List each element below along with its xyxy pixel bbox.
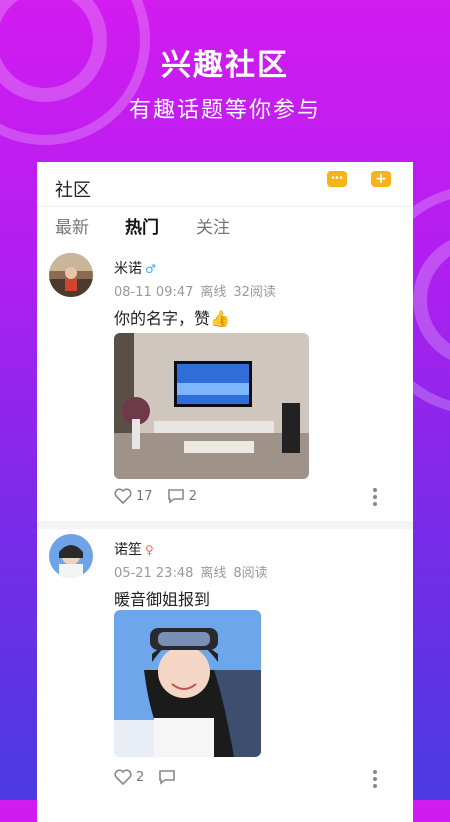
post-meta: 05-21 23:48 离线 8阅读 bbox=[114, 562, 275, 581]
community-card: 社区 + 最新 热门 关注 米诺 ♂ 08-11 09:47 离线 32阅读 你的名字… bbox=[37, 162, 413, 822]
post-image[interactable] bbox=[114, 333, 309, 479]
online-status: 离线 bbox=[200, 285, 227, 300]
comment-button[interactable] bbox=[158, 769, 180, 785]
like-button[interactable]: 17 bbox=[114, 488, 153, 504]
post-username[interactable]: 米诺 ♂ bbox=[114, 258, 156, 278]
comment-icon bbox=[159, 770, 176, 785]
plus-icon[interactable]: + bbox=[371, 171, 391, 187]
like-count: 2 bbox=[136, 769, 145, 785]
community-header: 社区 + bbox=[37, 162, 413, 207]
post-username[interactable]: 诺笙 ♀ bbox=[114, 539, 154, 559]
post-date: 05-21 23:48 bbox=[114, 566, 194, 581]
heart-icon bbox=[114, 488, 132, 504]
comment-count: 2 bbox=[188, 488, 197, 504]
avatar[interactable] bbox=[49, 534, 93, 578]
hero-subtitle: 有趣话题等你参与 bbox=[128, 98, 321, 123]
comment-icon bbox=[167, 489, 184, 504]
post-meta: 08-11 09:47 离线 32阅读 bbox=[114, 281, 283, 300]
post-actions: 2 bbox=[114, 769, 190, 789]
chat-bubble-icon[interactable] bbox=[327, 171, 347, 187]
post-image[interactable] bbox=[114, 610, 261, 757]
read-count: 32阅读 bbox=[233, 285, 276, 300]
tab-latest[interactable]: 最新 bbox=[55, 213, 89, 238]
post-text: 暖音御姐报到 bbox=[114, 590, 211, 609]
post-item[interactable]: 米诺 ♂ 08-11 09:47 离线 32阅读 你的名字，赞👍 17 2 bbox=[37, 243, 413, 529]
read-count: 8阅读 bbox=[233, 566, 268, 581]
avatar[interactable] bbox=[49, 253, 93, 297]
comment-button[interactable]: 2 bbox=[167, 488, 197, 504]
feed-tabs: 最新 热门 关注 bbox=[37, 207, 413, 243]
post-text: 你的名字，赞👍 bbox=[114, 309, 230, 328]
like-count: 17 bbox=[136, 488, 153, 504]
tab-following[interactable]: 关注 bbox=[196, 213, 230, 238]
post-date: 08-11 09:47 bbox=[114, 285, 194, 300]
more-options-icon[interactable] bbox=[373, 770, 377, 791]
online-status: 离线 bbox=[200, 566, 227, 581]
tab-hot[interactable]: 热门 bbox=[125, 213, 159, 238]
post-actions: 17 2 bbox=[114, 488, 207, 508]
hero-title: 兴趣社区 bbox=[161, 48, 289, 83]
male-icon: ♂ bbox=[145, 262, 156, 276]
heart-icon bbox=[114, 769, 132, 785]
more-options-icon[interactable] bbox=[373, 488, 377, 509]
page-title: 社区 bbox=[55, 180, 91, 201]
like-button[interactable]: 2 bbox=[114, 769, 144, 785]
female-icon: ♀ bbox=[145, 543, 154, 557]
post-item[interactable]: 诺笙 ♀ 05-21 23:48 离线 8阅读 暖音御姐报到 2 bbox=[37, 524, 413, 822]
